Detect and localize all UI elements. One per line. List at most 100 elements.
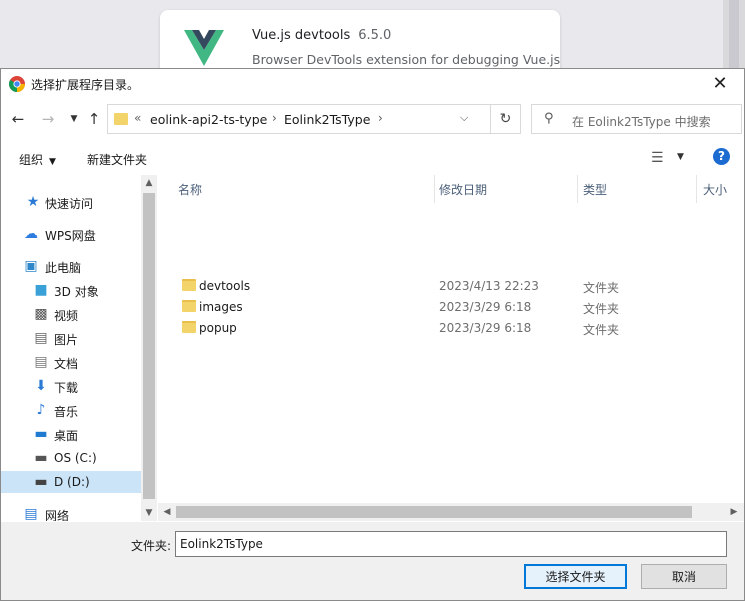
file-name: popup bbox=[199, 321, 237, 335]
picture-icon: ▤ bbox=[34, 330, 48, 346]
file-modified: 2023/3/29 6:18 bbox=[439, 321, 532, 335]
address-bar[interactable]: « eolink-api2-ts-type › Eolink2TsType › … bbox=[107, 104, 521, 134]
nav-item-os-c[interactable]: ▬ OS (C:) bbox=[1, 447, 141, 469]
document-icon: ▤ bbox=[34, 354, 48, 370]
new-folder-button[interactable]: 新建文件夹 bbox=[87, 151, 147, 168]
extension-name: Vue.js devtools 6.5.0 bbox=[252, 28, 391, 43]
dialog-titlebar: 选择扩展程序目录。 ✕ bbox=[1, 69, 744, 99]
sort-ascending-icon: ˆ bbox=[298, 175, 303, 184]
desktop-icon: ▬ bbox=[34, 426, 48, 442]
nav-item-3d-objects[interactable]: ■ 3D 对象 bbox=[1, 279, 141, 301]
nav-label: WPS网盘 bbox=[45, 229, 96, 243]
search-placeholder: 在 Eolink2TsType 中搜索 bbox=[572, 115, 711, 129]
search-input[interactable]: ⚲ 在 Eolink2TsType 中搜索 bbox=[531, 104, 742, 134]
nav-item-documents[interactable]: ▤ 文档 bbox=[1, 351, 141, 373]
search-icon: ⚲ bbox=[544, 111, 554, 126]
folder-picker-dialog: 选择扩展程序目录。 ✕ ← → ▼ ↑ « eolink-api2-ts-typ… bbox=[0, 68, 745, 601]
cancel-button[interactable]: 取消 bbox=[641, 564, 727, 589]
organize-button[interactable]: 组织 ▼ bbox=[19, 151, 56, 168]
nav-label: OS (C:) bbox=[54, 451, 97, 465]
address-row: ← → ▼ ↑ « eolink-api2-ts-type › Eolink2T… bbox=[1, 102, 744, 136]
nav-label: 3D 对象 bbox=[54, 285, 99, 299]
folder-icon bbox=[182, 321, 196, 333]
browser-background: Vue.js devtools 6.5.0 Browser DevTools ex… bbox=[0, 0, 745, 80]
column-divider[interactable] bbox=[577, 175, 578, 203]
help-icon[interactable]: ? bbox=[713, 148, 730, 165]
folder-icon bbox=[182, 300, 196, 312]
folder-name-field[interactable] bbox=[175, 531, 727, 557]
close-button[interactable]: ✕ bbox=[700, 71, 740, 97]
nav-item-desktop[interactable]: ▬ 桌面 bbox=[1, 423, 141, 445]
dialog-title: 选择扩展程序目录。 bbox=[31, 78, 140, 92]
cloud-icon: ☁ bbox=[24, 226, 38, 242]
organize-label: 组织 bbox=[19, 153, 44, 167]
organize-caret-icon: ▼ bbox=[49, 157, 56, 167]
nav-scrollbar-thumb[interactable] bbox=[143, 193, 155, 499]
address-overflow-icon[interactable]: « bbox=[134, 111, 141, 125]
column-header-name[interactable]: 名称 ˆ bbox=[178, 175, 436, 205]
extension-version: 6.5.0 bbox=[358, 28, 392, 43]
extension-name-text: Vue.js devtools bbox=[252, 28, 351, 43]
nav-item-this-pc[interactable]: ▣ 此电脑 bbox=[1, 255, 141, 277]
file-row-popup[interactable]: popup 2023/3/29 6:18 文件夹 bbox=[174, 318, 734, 339]
nav-item-quick-access[interactable]: ★ 快速访问 bbox=[1, 191, 141, 213]
background-scrollbar[interactable] bbox=[723, 0, 745, 70]
file-name: devtools bbox=[199, 279, 251, 293]
breadcrumb-separator-icon[interactable]: › bbox=[378, 111, 383, 125]
nav-item-network[interactable]: ▤ 网络 bbox=[1, 503, 141, 521]
column-divider[interactable] bbox=[696, 175, 697, 203]
network-icon: ▤ bbox=[24, 506, 38, 521]
cube-icon: ■ bbox=[34, 282, 48, 298]
column-header-size[interactable]: 大小 bbox=[703, 175, 743, 205]
nav-label: 此电脑 bbox=[45, 261, 82, 275]
file-type: 文件夹 bbox=[583, 323, 620, 337]
nav-item-downloads[interactable]: ⬇ 下载 bbox=[1, 375, 141, 397]
file-modified: 2023/3/29 6:18 bbox=[439, 300, 532, 314]
nav-scrollbar[interactable]: ▲ ▼ bbox=[141, 175, 157, 521]
extension-description: Browser DevTools extension for debugging… bbox=[252, 52, 561, 67]
column-header-type[interactable]: 类型 bbox=[583, 175, 693, 205]
drive-icon: ▬ bbox=[34, 474, 48, 490]
navigation-pane: ★ 快速访问 ☁ WPS网盘 ▣ 此电脑 ■ 3D 对象 ▩ 视频 ▤ 图片 ▤… bbox=[1, 175, 157, 521]
horizontal-scrollbar[interactable]: ◀ ▶ bbox=[158, 503, 744, 521]
view-details-icon[interactable]: ☰ bbox=[651, 150, 664, 166]
vue-logo-icon bbox=[184, 30, 224, 66]
file-type: 文件夹 bbox=[583, 281, 620, 295]
breadcrumb-eolink-api2-ts-type[interactable]: eolink-api2-ts-type bbox=[150, 112, 267, 127]
dialog-footer: 文件夹: 选择文件夹 取消 bbox=[1, 522, 744, 600]
view-options-caret-icon[interactable]: ▼ bbox=[677, 152, 684, 162]
scroll-up-icon[interactable]: ▲ bbox=[141, 175, 157, 191]
computer-icon: ▣ bbox=[24, 258, 38, 274]
scroll-down-icon[interactable]: ▼ bbox=[141, 505, 157, 521]
recent-locations-chevron-icon[interactable]: ▼ bbox=[63, 108, 85, 130]
file-type: 文件夹 bbox=[583, 302, 620, 316]
column-divider[interactable] bbox=[434, 175, 435, 203]
address-dropdown-icon[interactable]: ⌵ bbox=[460, 111, 468, 125]
scroll-right-icon[interactable]: ▶ bbox=[726, 504, 742, 520]
nav-item-music[interactable]: ♪ 音乐 bbox=[1, 399, 141, 421]
column-header-modified[interactable]: 修改日期 bbox=[439, 175, 579, 205]
download-icon: ⬇ bbox=[35, 378, 47, 394]
horizontal-scrollbar-thumb[interactable] bbox=[176, 506, 692, 518]
column-name-label: 名称 bbox=[178, 183, 203, 197]
drive-icon: ▬ bbox=[34, 450, 48, 466]
breadcrumb-separator-icon[interactable]: › bbox=[272, 111, 277, 125]
file-modified: 2023/4/13 22:23 bbox=[439, 279, 539, 293]
star-icon: ★ bbox=[26, 194, 40, 210]
nav-item-pictures[interactable]: ▤ 图片 bbox=[1, 327, 141, 349]
folder-field-label: 文件夹: bbox=[131, 539, 172, 553]
background-scrollbar-thumb[interactable] bbox=[729, 0, 739, 70]
nav-label: 文档 bbox=[54, 357, 79, 371]
nav-item-d-drive[interactable]: ▬ D (D:) bbox=[1, 471, 141, 493]
back-arrow-icon[interactable]: ← bbox=[7, 108, 29, 130]
file-row-images[interactable]: images 2023/3/29 6:18 文件夹 bbox=[174, 297, 734, 318]
breadcrumb-eolink2tstype[interactable]: Eolink2TsType bbox=[284, 112, 370, 127]
forward-arrow-icon[interactable]: → bbox=[37, 108, 59, 130]
nav-item-wps-cloud[interactable]: ☁ WPS网盘 bbox=[1, 223, 141, 245]
file-row-devtools[interactable]: devtools 2023/4/13 22:23 文件夹 bbox=[174, 276, 734, 297]
up-arrow-icon[interactable]: ↑ bbox=[83, 108, 105, 130]
nav-item-videos[interactable]: ▩ 视频 bbox=[1, 303, 141, 325]
scroll-left-icon[interactable]: ◀ bbox=[159, 504, 175, 520]
refresh-icon[interactable]: ↻ bbox=[490, 105, 520, 133]
select-folder-button[interactable]: 选择文件夹 bbox=[524, 564, 627, 589]
